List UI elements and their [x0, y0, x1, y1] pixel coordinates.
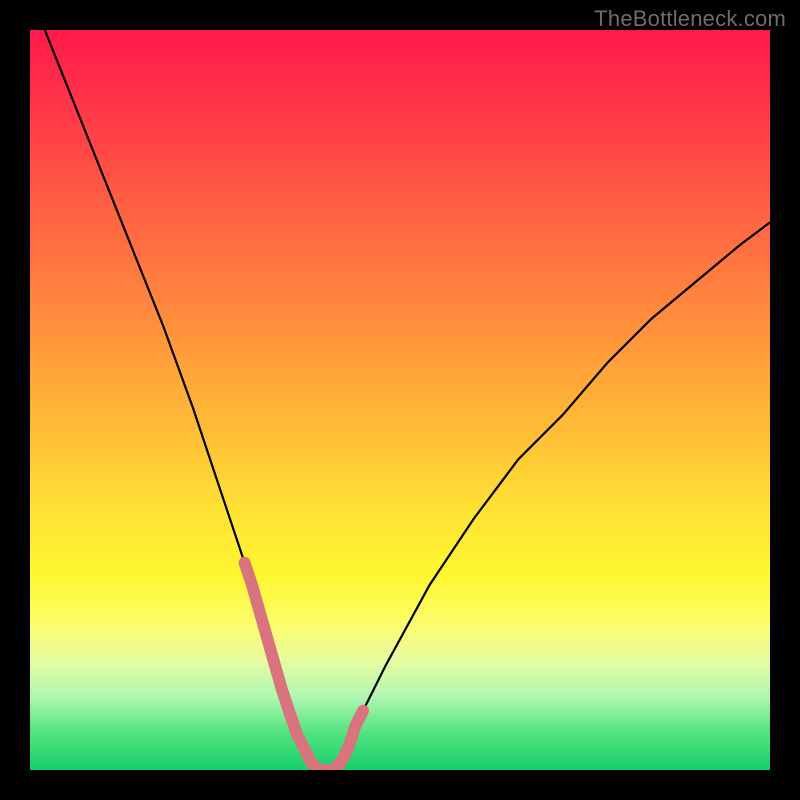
highlight-floor	[289, 711, 333, 770]
plot-area	[30, 30, 770, 770]
bottleneck-curve	[45, 30, 770, 770]
highlight-left	[245, 563, 289, 711]
watermark-text: TheBottleneck.com	[594, 6, 786, 32]
bottleneck-curve-svg	[30, 30, 770, 770]
highlight-right	[333, 711, 363, 770]
chart-frame: TheBottleneck.com	[0, 0, 800, 800]
